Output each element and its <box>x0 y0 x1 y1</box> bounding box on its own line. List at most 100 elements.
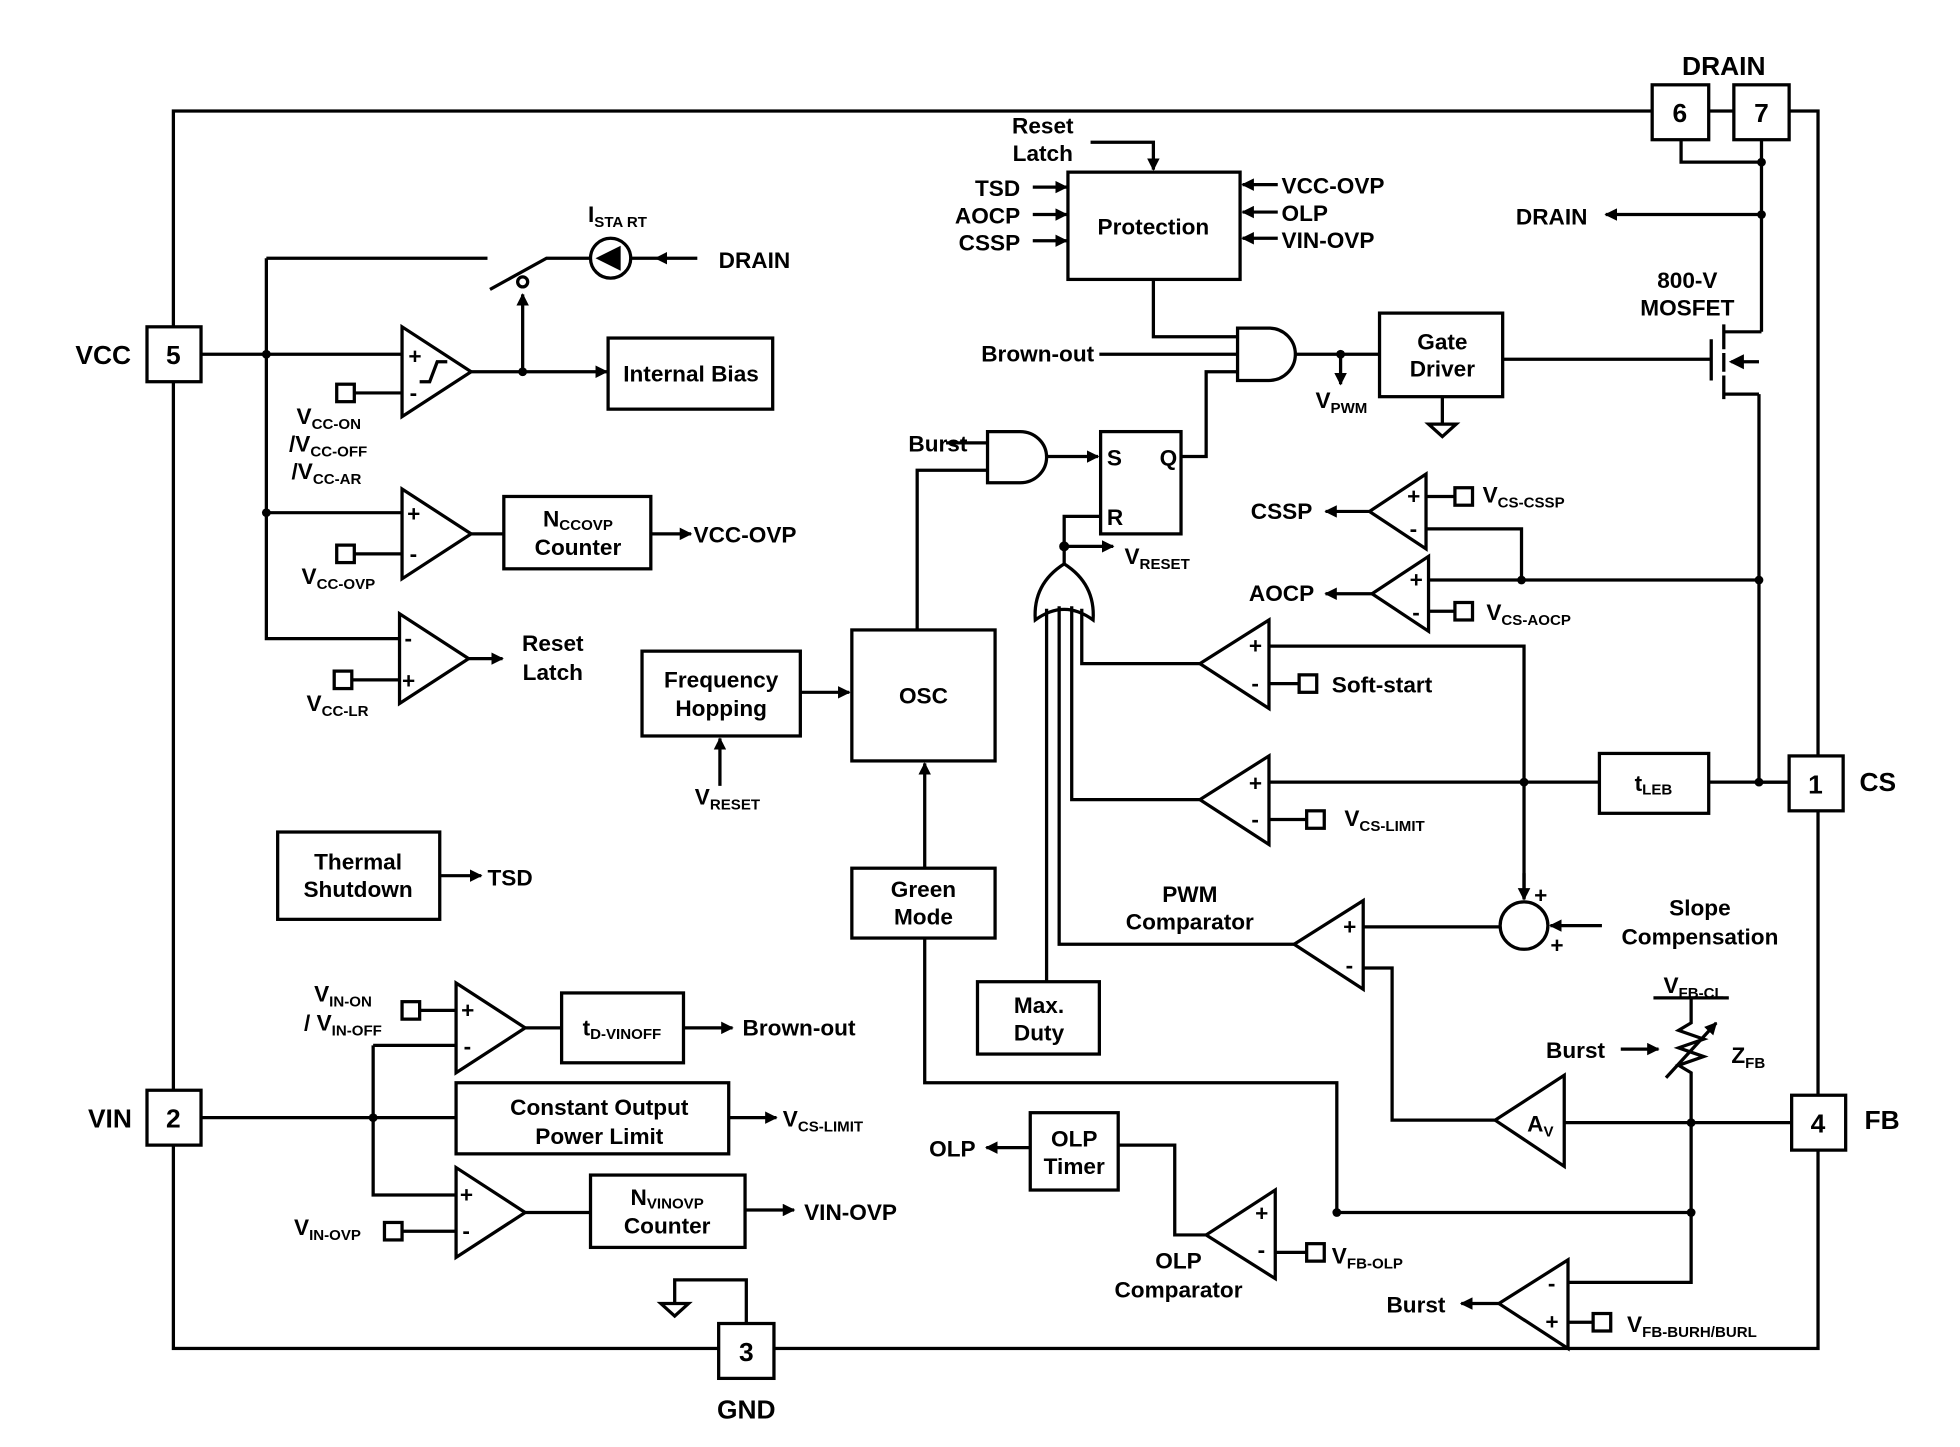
svg-text:+: + <box>408 344 421 369</box>
svg-text:-: - <box>1412 600 1420 625</box>
internal-bias-block: Internal Bias <box>606 336 775 411</box>
pin-fb: 4 FB <box>1790 1093 1900 1152</box>
svg-text:+: + <box>407 501 420 526</box>
svg-text:Comparator: Comparator <box>1114 1277 1242 1302</box>
svg-text:Brown-out: Brown-out <box>743 1015 856 1040</box>
svg-text:Reset: Reset <box>1012 114 1074 139</box>
olp-comparator: + - VFB-OLP OLP Comparator <box>1114 1143 1692 1302</box>
pin-number: 2 <box>166 1104 181 1134</box>
protection-block: Protection Reset Latch TSD AOCP CSSP VCC… <box>955 114 1385 339</box>
pin-label: DRAIN <box>1682 51 1766 81</box>
svg-text:VCC-OVP: VCC-OVP <box>302 564 376 593</box>
reset-latch-comparator: - + VCC-LR Reset Latch <box>307 610 584 720</box>
svg-text:+: + <box>1249 634 1262 659</box>
pin-vin: 2 VIN <box>88 1088 203 1147</box>
cs-limit-comparator: + - VCS-LIMIT <box>1196 752 1600 848</box>
svg-text:Comparator: Comparator <box>1126 909 1254 934</box>
svg-text:TSD: TSD <box>487 866 532 891</box>
svg-text:DRAIN: DRAIN <box>719 248 791 273</box>
svg-text:VFB-OLP: VFB-OLP <box>1332 1244 1403 1273</box>
svg-text:Latch: Latch <box>523 660 583 685</box>
pin-gnd: 3 GND <box>717 1321 776 1424</box>
svg-text:Internal Bias: Internal Bias <box>623 362 759 387</box>
tleb-block: tLEB <box>1597 751 1790 815</box>
svg-text:-: - <box>464 1034 472 1059</box>
block-diagram: 5 VCC 2 VIN 3 GND 6 7 DRAIN 1 CS 4 FB IS… <box>75 51 1900 1424</box>
svg-text:Timer: Timer <box>1044 1154 1105 1179</box>
svg-text:Latch: Latch <box>1013 141 1073 166</box>
svg-text:-: - <box>1258 1237 1266 1262</box>
svg-text:+: + <box>402 669 415 694</box>
svg-text:Power Limit: Power Limit <box>535 1124 664 1149</box>
svg-text:OSC: OSC <box>899 684 948 709</box>
svg-text:Burst: Burst <box>1386 1292 1446 1317</box>
svg-text:OLP: OLP <box>1155 1249 1201 1274</box>
svg-text:CSSP: CSSP <box>1251 499 1313 524</box>
svg-text:DRAIN: DRAIN <box>1516 205 1588 230</box>
svg-text:AOCP: AOCP <box>955 203 1020 228</box>
svg-text:Mode: Mode <box>894 904 953 929</box>
svg-text:800-V: 800-V <box>1657 268 1717 293</box>
svg-text:+: + <box>461 998 474 1023</box>
svg-text:/VCC-OFF: /VCC-OFF <box>289 432 367 461</box>
svg-text:AOCP: AOCP <box>1249 581 1314 606</box>
pin-number: 3 <box>739 1337 754 1367</box>
svg-text:VCC-LR: VCC-LR <box>307 691 369 720</box>
aocp-comparator: + - AOCP VCS-AOCP <box>1249 553 1759 635</box>
vcc-wiring <box>201 256 591 641</box>
svg-text:-: - <box>1548 1271 1556 1296</box>
svg-text:Hopping: Hopping <box>675 696 767 721</box>
soft-start-comparator: + - Soft-start <box>1196 617 1531 901</box>
svg-text:VIN-ON: VIN-ON <box>314 982 372 1011</box>
svg-text:+: + <box>1255 1201 1268 1226</box>
pin-number: 1 <box>1808 769 1823 799</box>
svg-text:-: - <box>1251 807 1259 832</box>
svg-text:+: + <box>1550 933 1563 958</box>
ground-symbol <box>656 1278 748 1324</box>
svg-text:+: + <box>1249 771 1262 796</box>
svg-text:-: - <box>405 626 413 651</box>
svg-text:Burst: Burst <box>1546 1038 1606 1063</box>
svg-text:VFB-CL: VFB-CL <box>1663 973 1723 1002</box>
mosfet: DRAIN 800-V MOSFET <box>1516 139 1790 787</box>
svg-text:+: + <box>1343 914 1356 939</box>
startup-current-source: ISTA RT DRAIN <box>588 202 791 280</box>
svg-text:-: - <box>410 541 418 566</box>
svg-text:VIN-OVP: VIN-OVP <box>1282 228 1375 253</box>
pin-label: VCC <box>75 340 131 370</box>
svg-text:Counter: Counter <box>624 1214 711 1239</box>
svg-text:Max.: Max. <box>1014 993 1064 1018</box>
svg-text:Soft-start: Soft-start <box>1332 672 1433 697</box>
svg-text:Green: Green <box>891 877 956 902</box>
svg-text:OLP: OLP <box>1051 1126 1097 1151</box>
svg-text:OLP: OLP <box>1282 201 1328 226</box>
svg-text:VCC-OVP: VCC-OVP <box>694 523 797 548</box>
svg-text:VIN-OVP: VIN-OVP <box>804 1200 897 1225</box>
svg-text:CSSP: CSSP <box>959 231 1021 256</box>
osc-block: OSC <box>850 628 997 763</box>
constant-power-limit-block: Constant Output Power Limit VCS-LIMIT <box>454 1081 864 1156</box>
svg-text:Compensation: Compensation <box>1621 924 1778 949</box>
pin-number: 5 <box>166 340 181 370</box>
pin-label: CS <box>1859 767 1896 797</box>
summing-junction: + + Slope Compensation <box>1498 883 1778 958</box>
svg-text:-: - <box>1251 671 1259 696</box>
svg-text:Brown-out: Brown-out <box>981 342 1094 367</box>
thermal-shutdown-block: Thermal Shutdown TSD <box>276 830 533 921</box>
pin-vcc: 5 VCC <box>75 325 203 384</box>
svg-text:VCS-LIMIT: VCS-LIMIT <box>783 1106 864 1135</box>
vcc-ovp-comparator: + - VCC-OVP NCCOVP Counter VCC-OVP <box>302 485 797 593</box>
svg-text:Protection: Protection <box>1098 215 1210 240</box>
sr-latch: S Q R VRESET <box>1059 429 1191 573</box>
pin-label: FB <box>1865 1105 1900 1135</box>
pin-drain: 6 7 DRAIN <box>1650 51 1791 142</box>
svg-text:+: + <box>1407 484 1420 509</box>
svg-text:Duty: Duty <box>1014 1020 1065 1045</box>
olp-timer-block: OLP Timer OLP <box>929 1111 1120 1192</box>
svg-text:ISTA RT: ISTA RT <box>588 202 648 231</box>
uvlo-comparator: + - VCC-ON /VCC-OFF /VCC-AR <box>289 323 609 488</box>
svg-text:Slope: Slope <box>1669 896 1731 921</box>
svg-text:+: + <box>1534 883 1547 908</box>
svg-text:Constant Output: Constant Output <box>510 1095 689 1120</box>
fb-amplifier: AV Burst ZFB VFB-CL <box>1492 973 1792 1284</box>
